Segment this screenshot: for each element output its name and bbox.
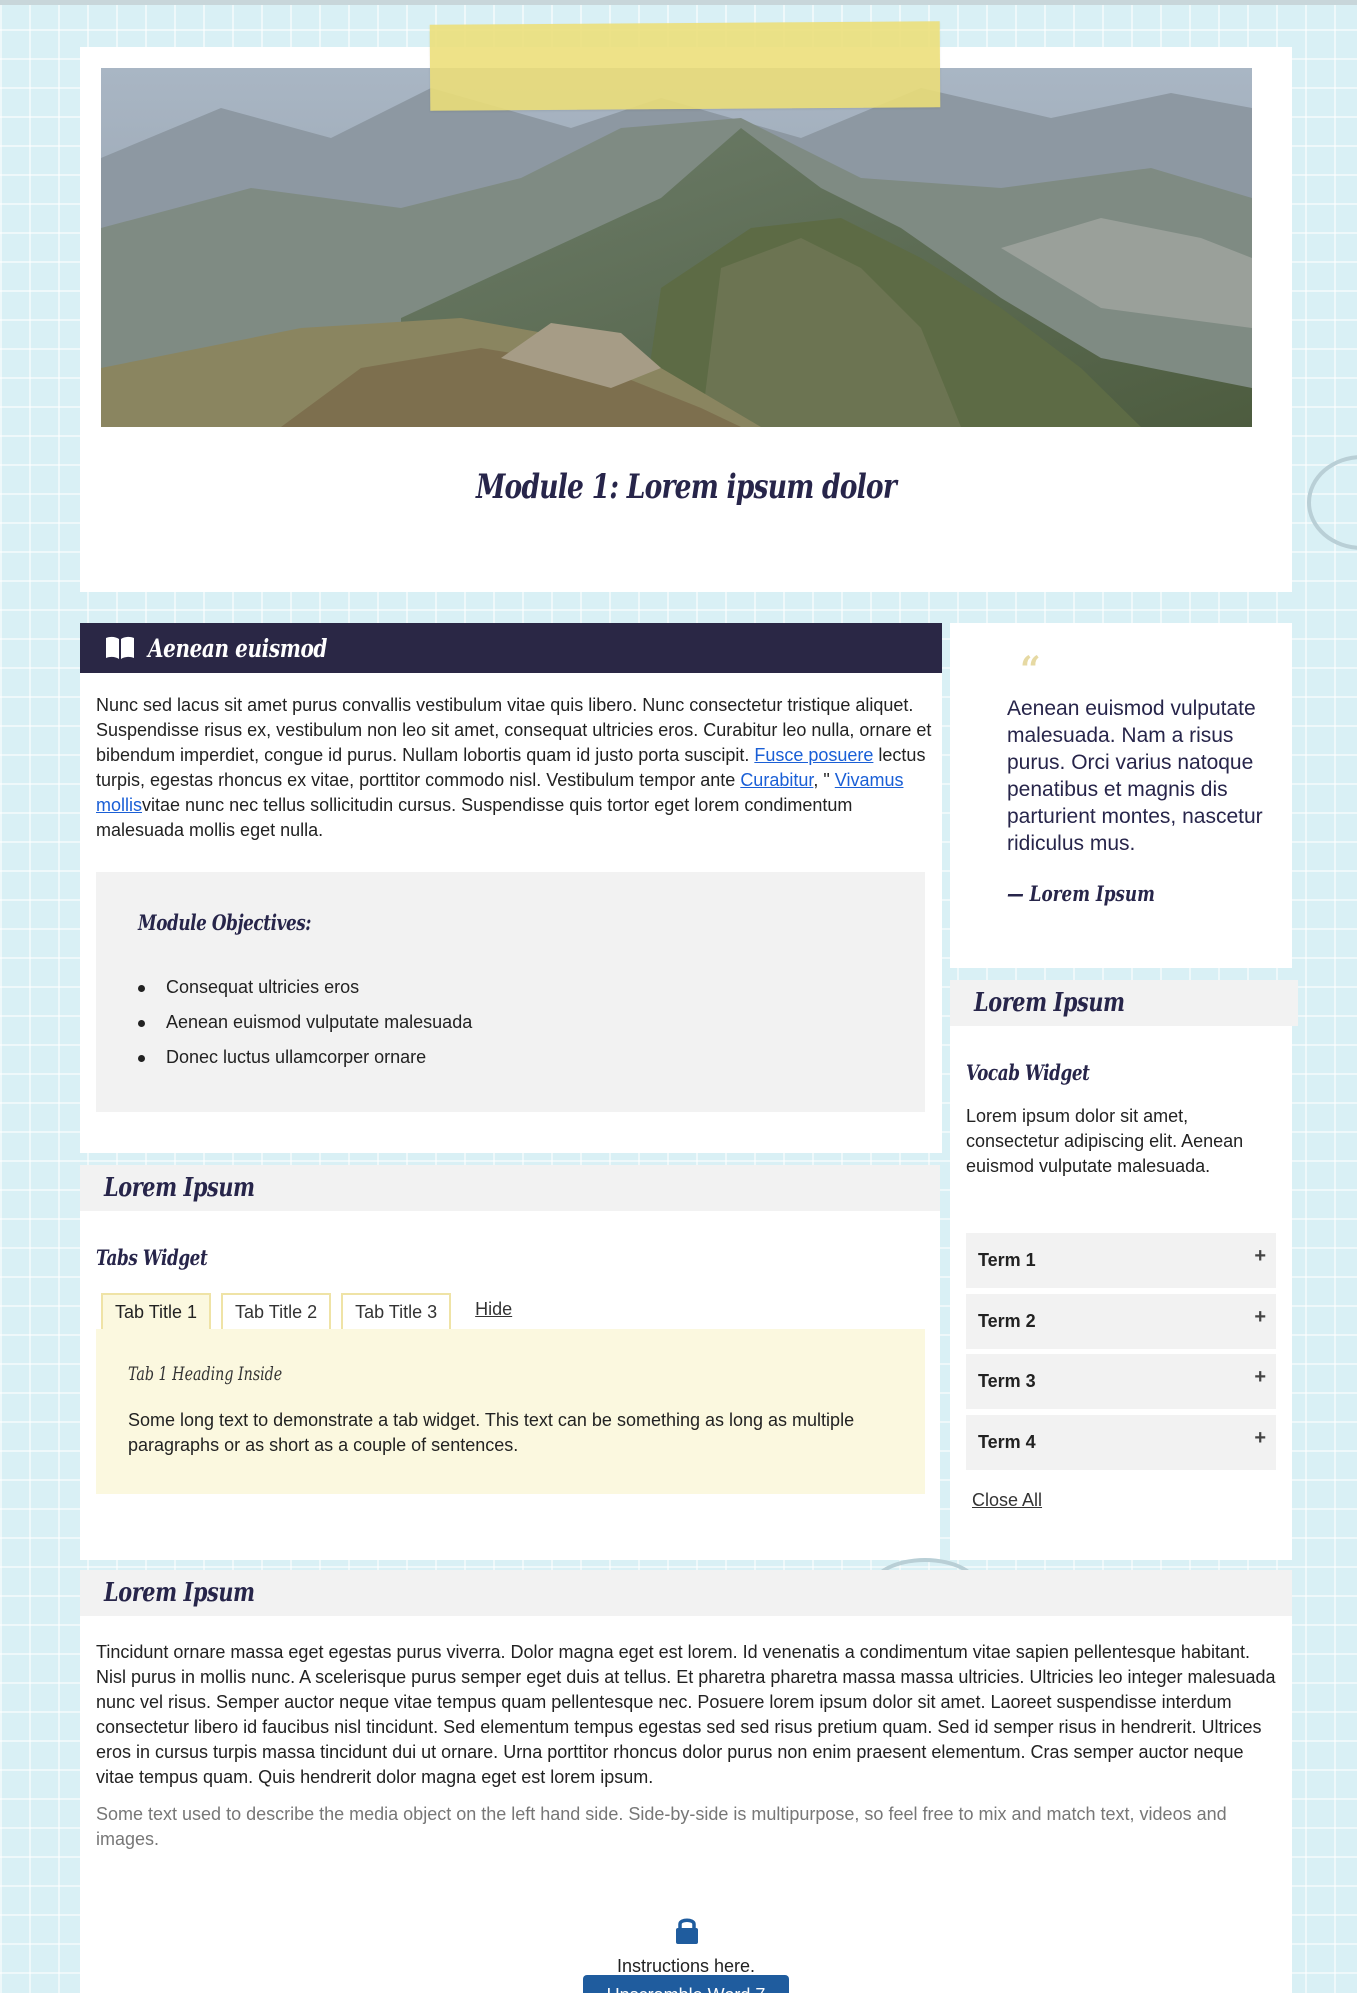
tab-panel: Tab 1 Heading Inside Some long text to d… xyxy=(96,1329,925,1494)
plus-icon[interactable]: + xyxy=(1254,1245,1266,1268)
tab-bar: Tab Title 1 Tab Title 2 Tab Title 3 Hide xyxy=(101,1293,526,1331)
hero-card: Module 1: Lorem ipsum dolor xyxy=(80,21,1292,592)
plus-icon[interactable]: + xyxy=(1254,1366,1266,1389)
tab-title-1[interactable]: Tab Title 1 xyxy=(101,1293,212,1331)
vocab-section-header: Lorem Ipsum xyxy=(950,980,1298,1026)
list-item: Aenean euismod vulputate malesuada xyxy=(137,1005,472,1040)
fusce-posuere-link[interactable]: Fusce posuere xyxy=(754,745,873,765)
tab-panel-text: Some long text to demonstrate a tab widg… xyxy=(128,1410,855,1455)
tape-decoration xyxy=(429,21,941,111)
quote-text: Aenean euismod vulputate malesuada. Nam … xyxy=(1007,697,1263,855)
tabs-widget-title: Tabs Widget xyxy=(96,1245,208,1270)
mountain-landscape-image xyxy=(101,68,1252,427)
bottom-paragraph: Tincidunt ornare massa eget egestas puru… xyxy=(96,1642,1276,1787)
curabitur-link[interactable]: Curabitur xyxy=(740,770,813,790)
media-description: Some text used to describe the media obj… xyxy=(96,1804,1227,1849)
objectives-box: Module Objectives: Consequat ultricies e… xyxy=(96,872,925,1112)
tab-panel-heading: Tab 1 Heading Inside xyxy=(128,1363,283,1385)
quote-author: — Lorem Ipsum xyxy=(1007,881,1155,906)
aenean-header: Aenean euismod xyxy=(80,623,942,673)
vocab-description: Lorem ipsum dolor sit amet, consectetur … xyxy=(966,1106,1244,1176)
term-1-accordion[interactable]: Term 1 + xyxy=(966,1233,1276,1288)
list-item: Consequat ultricies eros xyxy=(137,970,472,1005)
objectives-list: Consequat ultricies eros Aenean euismod … xyxy=(137,970,472,1075)
term-label: Term 3 xyxy=(978,1371,1036,1391)
bottom-section-title: Lorem Ipsum xyxy=(104,1578,255,1608)
decorative-circle xyxy=(1307,455,1357,550)
lock-icon xyxy=(676,1918,698,1944)
term-label: Term 4 xyxy=(978,1432,1036,1452)
aenean-section: Aenean euismod Nunc sed lacus sit amet p… xyxy=(80,623,942,1153)
hide-tabs-link[interactable]: Hide xyxy=(461,1293,526,1331)
aenean-paragraph: Nunc sed lacus sit amet purus convallis … xyxy=(96,693,938,843)
term-3-accordion[interactable]: Term 3 + xyxy=(966,1354,1276,1409)
tabs-section-title: Lorem Ipsum xyxy=(104,1173,255,1203)
term-label: Term 1 xyxy=(978,1250,1036,1270)
close-all-link[interactable]: Close All xyxy=(972,1490,1042,1511)
instructions-text: Instructions here. xyxy=(616,1956,756,1976)
term-2-accordion[interactable]: Term 2 + xyxy=(966,1294,1276,1349)
paragraph-text: , " xyxy=(813,770,835,790)
bottom-section: Lorem Ipsum Tincidunt ornare massa eget … xyxy=(80,1570,1292,1993)
tabs-section-header: Lorem Ipsum xyxy=(80,1165,940,1211)
plus-icon[interactable]: + xyxy=(1254,1306,1266,1329)
term-4-accordion[interactable]: Term 4 + xyxy=(966,1415,1276,1470)
tab-title-2[interactable]: Tab Title 2 xyxy=(221,1293,332,1331)
tab-title-3[interactable]: Tab Title 3 xyxy=(341,1293,452,1331)
vocab-widget-title: Vocab Widget xyxy=(966,1060,1090,1085)
tabs-section: Lorem Ipsum Tabs Widget Tab Title 1 Tab … xyxy=(80,1165,940,1560)
aenean-title: Aenean euismod xyxy=(148,633,327,663)
hero-image xyxy=(101,68,1252,427)
quote-mark-icon: “ xyxy=(1020,649,1041,691)
list-item: Donec luctus ullamcorper ornare xyxy=(137,1040,472,1075)
book-open-icon xyxy=(106,636,134,659)
top-border xyxy=(0,0,1357,5)
vocab-section: Lorem Ipsum Vocab Widget Lorem ipsum dol… xyxy=(950,980,1298,1560)
vocab-section-title: Lorem Ipsum xyxy=(974,988,1125,1018)
bottom-section-header: Lorem Ipsum xyxy=(80,1570,1292,1616)
paragraph-text: vitae nunc nec tellus sollicitudin cursu… xyxy=(96,795,853,840)
quote-card: “ Aenean euismod vulputate malesuada. Na… xyxy=(950,623,1292,968)
term-label: Term 2 xyxy=(978,1311,1036,1331)
objectives-title: Module Objectives: xyxy=(138,910,312,935)
page-title: Module 1: Lorem ipsum dolor xyxy=(475,467,897,507)
unscramble-button[interactable]: Unscramble Word 7 xyxy=(583,1975,789,1993)
plus-icon[interactable]: + xyxy=(1254,1427,1266,1450)
